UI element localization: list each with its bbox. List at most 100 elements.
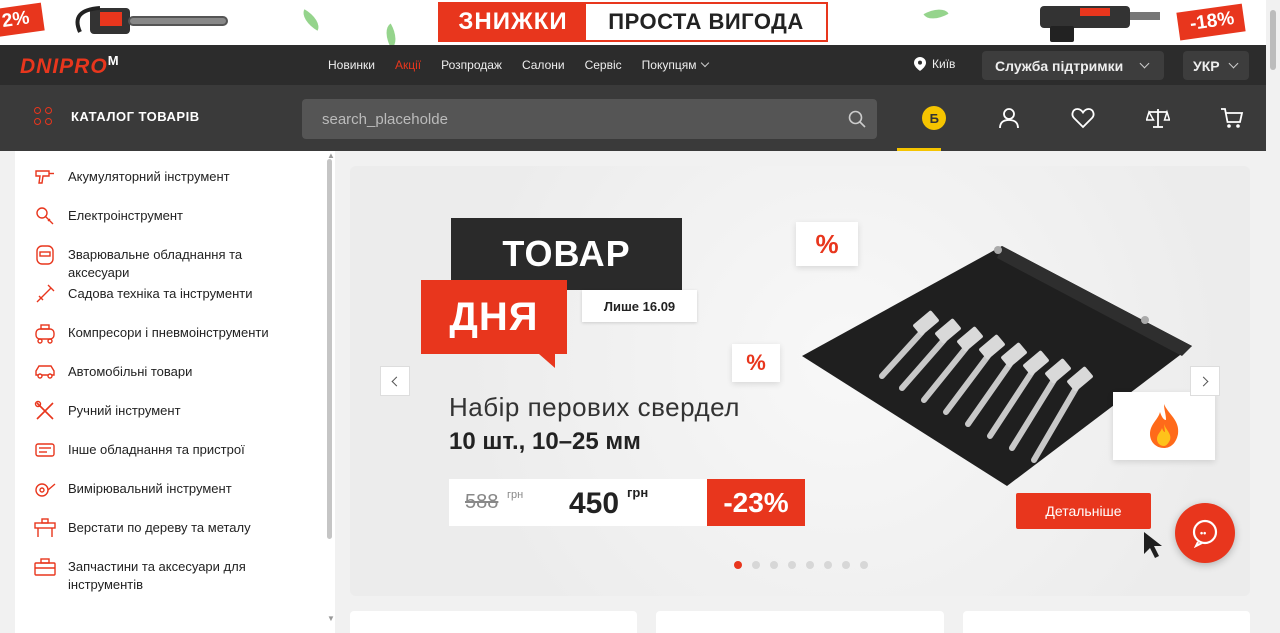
percent-badge: % xyxy=(732,344,780,382)
account-button[interactable] xyxy=(972,85,1047,151)
category-label: Верстати по дереву та металу xyxy=(68,520,251,535)
brand-logo[interactable]: DNIPROM xyxy=(20,53,120,79)
carousel-prev-button[interactable] xyxy=(380,366,410,396)
hero-carousel[interactable]: ТОВАР ДНЯ Лише 16.09 % % Набір перових с… xyxy=(350,166,1250,596)
category-label: Електроінструмент xyxy=(68,208,183,223)
header-icons: Б xyxy=(897,85,1270,151)
top-navigation: DNIPROM Новинки Акції Розпродаж Салони С… xyxy=(0,45,1266,85)
support-dropdown[interactable]: Служба підтримки xyxy=(982,51,1164,80)
chevron-down-icon xyxy=(701,58,710,68)
catalog-button[interactable]: КАТАЛОГ ТОВАРІВ xyxy=(34,107,200,125)
discount-badge: -23% xyxy=(707,479,805,526)
cordless-drill-icon xyxy=(35,170,54,184)
city-name: Київ xyxy=(932,57,956,71)
category-item-workbenches[interactable]: Верстати по дереву та металу xyxy=(15,516,335,555)
carousel-next-button[interactable] xyxy=(1190,366,1220,396)
welding-mask-icon xyxy=(36,245,54,265)
category-label: Зварювальне обладнання та аксесуари xyxy=(68,247,243,280)
product-name-line1: Набір перових свердел xyxy=(449,392,740,422)
promo-sale-box[interactable]: ЗНИЖКИ ПРОСТА ВИГОДА xyxy=(438,2,828,42)
sidebar-scrollbar[interactable] xyxy=(327,159,332,539)
category-label: Садова техніка та інструменти xyxy=(68,286,253,301)
chevron-left-icon xyxy=(391,376,402,386)
price-box: 588 грн 450 грн xyxy=(449,479,707,526)
category-item-compressors[interactable]: Компресори і пневмоінструменти xyxy=(15,321,335,360)
promo-left-badge: 2% xyxy=(0,2,46,38)
brand-suffix: M xyxy=(107,53,120,68)
carousel-dot[interactable] xyxy=(842,561,850,569)
brand-name: DNIPRO xyxy=(20,55,108,78)
support-label: Служба підтримки xyxy=(995,57,1124,74)
toolbox-icon xyxy=(34,558,56,576)
product-card[interactable] xyxy=(963,611,1250,633)
promo-sale-label: ЗНИЖКИ xyxy=(440,4,586,40)
nav-link-stores[interactable]: Салони xyxy=(522,58,565,72)
chat-button[interactable]: •• xyxy=(1175,503,1235,563)
category-item-power-tools[interactable]: Електроінструмент xyxy=(15,204,335,243)
leaf-decoration xyxy=(380,23,402,45)
nav-link-service[interactable]: Сервіс xyxy=(585,58,622,72)
new-price: 450 xyxy=(569,487,620,520)
nav-link-sale[interactable]: Розпродаж xyxy=(441,58,502,72)
product-card[interactable] xyxy=(656,611,944,633)
category-item-cordless[interactable]: Акумуляторний інструмент xyxy=(15,165,335,204)
search-icon[interactable] xyxy=(837,99,877,139)
page-scrollbar[interactable] xyxy=(1266,0,1280,633)
heart-icon xyxy=(1071,108,1095,129)
language-label: УКР xyxy=(1193,57,1220,74)
category-item-spare-parts[interactable]: Запчастини та аксесуари для інструментів xyxy=(15,555,335,594)
scroll-down-arrow-icon[interactable]: ▼ xyxy=(327,614,335,623)
category-label: Компресори і пневмоінструменти xyxy=(68,325,269,340)
car-icon xyxy=(35,365,55,379)
product-card[interactable] xyxy=(350,611,637,633)
language-selector[interactable]: УКР xyxy=(1183,51,1249,80)
chevron-down-icon xyxy=(1139,58,1150,69)
carousel-dot[interactable] xyxy=(770,561,778,569)
carousel-dot[interactable] xyxy=(806,561,814,569)
city-selector[interactable]: Київ xyxy=(914,57,955,71)
category-item-measuring[interactable]: Вимірювальний інструмент xyxy=(15,477,335,516)
bonus-button[interactable]: Б xyxy=(897,85,972,151)
chevron-right-icon xyxy=(1198,376,1209,386)
nav-link-new[interactable]: Новинки xyxy=(328,58,375,72)
fire-icon xyxy=(1150,404,1179,448)
carousel-dot[interactable] xyxy=(860,561,868,569)
bonus-icon: Б xyxy=(922,106,947,130)
garden-tool-icon xyxy=(36,284,55,303)
chevron-down-icon xyxy=(1228,58,1239,69)
carousel-dot[interactable] xyxy=(788,561,796,569)
cursor-pointer-icon xyxy=(1144,532,1162,558)
svg-text:••: •• xyxy=(1200,528,1206,538)
category-label: Автомобільні товари xyxy=(68,364,193,379)
carousel-dot[interactable] xyxy=(734,561,742,569)
category-item-hand-tools[interactable]: Ручний інструмент xyxy=(15,399,335,438)
hand-tools-icon xyxy=(34,400,54,420)
nav-link-promotions[interactable]: Акції xyxy=(395,58,421,72)
catalog-label: КАТАЛОГ ТОВАРІВ xyxy=(71,108,200,124)
wishlist-button[interactable] xyxy=(1046,85,1121,151)
equipment-icon xyxy=(35,443,55,457)
carousel-dot[interactable] xyxy=(824,561,832,569)
carousel-dot[interactable] xyxy=(752,561,760,569)
compare-button[interactable] xyxy=(1121,85,1196,151)
category-item-auto[interactable]: Автомобільні товари xyxy=(15,360,335,399)
cart-button[interactable] xyxy=(1195,85,1270,151)
nav-link-customers[interactable]: Покупцям xyxy=(641,58,710,72)
nav-link-customers-label: Покупцям xyxy=(641,58,697,72)
promo-right-badge: -18% xyxy=(1176,3,1246,41)
page-scrollbar-thumb[interactable] xyxy=(1270,10,1276,70)
category-item-equipment[interactable]: Інше обладнання та пристрої xyxy=(15,438,335,477)
category-item-welding[interactable]: Зварювальне обладнання та аксесуари xyxy=(15,243,335,282)
promo-banner[interactable]: 2% ЗНИЖКИ ПРОСТА ВИГОДА -18% xyxy=(0,0,1266,45)
header-bar: КАТАЛОГ ТОВАРІВ Б xyxy=(0,85,1266,151)
details-button[interactable]: Детальніше xyxy=(1016,493,1151,529)
compressor-icon xyxy=(35,324,55,344)
catalog-grid-icon xyxy=(34,107,52,125)
category-label: Вимірювальний інструмент xyxy=(68,481,232,496)
category-item-garden[interactable]: Садова техніка та інструменти xyxy=(15,282,335,321)
leaf-decoration xyxy=(298,9,324,31)
promo-simple-benefit: ПРОСТА ВИГОДА xyxy=(608,9,804,34)
search-input[interactable] xyxy=(302,110,837,128)
category-label: Запчастини та аксесуари для інструментів xyxy=(68,559,246,592)
deal-date-label: Лише 16.09 xyxy=(582,290,697,322)
